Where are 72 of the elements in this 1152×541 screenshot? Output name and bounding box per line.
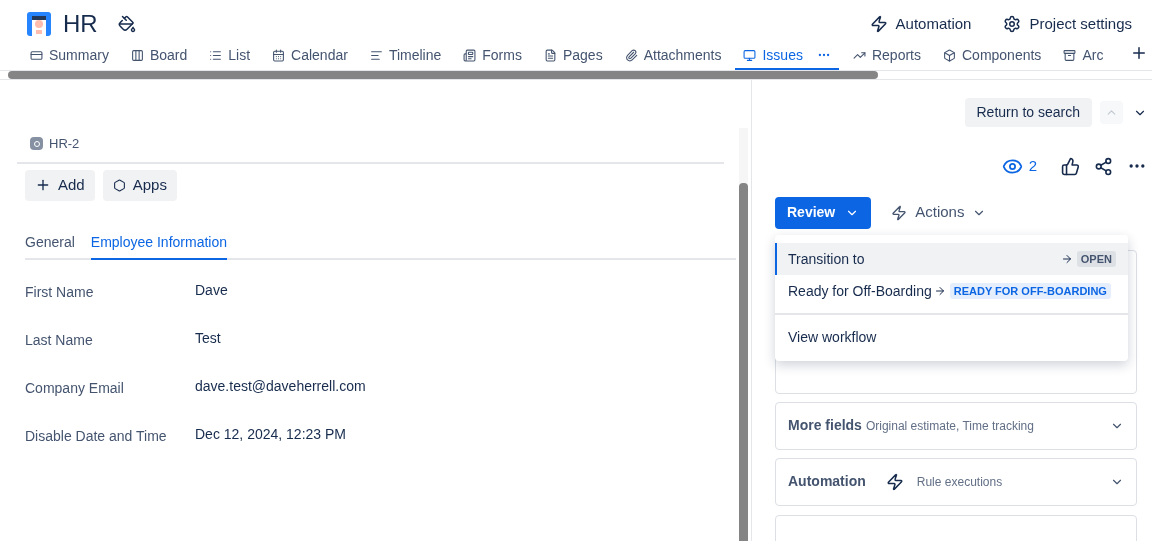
issue-key[interactable]: HR-2 (49, 134, 80, 154)
project-logo-icon (27, 12, 51, 36)
thumbs-up-icon[interactable] (1061, 156, 1080, 176)
nav-tab[interactable]: List (201, 42, 259, 70)
menu-item-label: Transition to (788, 249, 865, 269)
nav-tab[interactable]: Attachments (616, 42, 730, 70)
nav-tab[interactable]: Timeline (361, 42, 450, 70)
page-icon (543, 48, 557, 62)
automation-button[interactable]: Automation (861, 12, 980, 36)
nav-tab[interactable]: Board (122, 42, 196, 70)
lightning-icon (891, 204, 908, 221)
tab[interactable]: Employee Information (90, 231, 227, 260)
nav-tab[interactable]: Reports (844, 42, 929, 70)
panel-title: Automation (788, 472, 866, 491)
scrollbar[interactable] (739, 183, 748, 541)
plus-icon (35, 177, 51, 193)
collapsible-panel[interactable]: Automation Rule executions (775, 457, 1137, 506)
panel-subtitle: Original estimate, Time tracking (865, 417, 1034, 435)
watch-button[interactable]: 2 (1001, 155, 1037, 178)
issue-type-icon (30, 137, 43, 151)
paperclip-icon (624, 48, 638, 62)
add-icon[interactable] (1130, 44, 1148, 62)
settings-button[interactable]: Project settings (995, 12, 1140, 36)
field-value[interactable]: Test (195, 325, 221, 374)
status-button[interactable]: Review (775, 196, 872, 229)
nav-tab[interactable]: Forms (455, 42, 530, 70)
menu-item[interactable]: Ready for Off-Boarding READY FOR OFF-BOARDING (775, 275, 1128, 307)
monitor-icon (743, 48, 757, 62)
columns-icon (130, 48, 144, 62)
actions-button[interactable]: Actions (891, 201, 987, 224)
apps-button[interactable]: Apps (102, 169, 177, 201)
settings-icon (1003, 15, 1022, 33)
status-lozenge: READY FOR OFF-BOARDING (949, 282, 1111, 300)
collapsible-panel[interactable]: More fields Original estimate, Time tracking (775, 401, 1137, 450)
form-icon (463, 48, 477, 62)
menu-item[interactable]: View workflow (775, 321, 1128, 353)
paint-bucket-icon[interactable] (117, 15, 136, 33)
field-value[interactable]: dave.test@daveherrell.com (195, 373, 366, 422)
add-button[interactable]: Add (25, 169, 95, 201)
lightning-icon (885, 472, 904, 491)
box-icon (943, 48, 956, 62)
return-button[interactable]: Return to search (964, 98, 1092, 127)
status-lozenge: OPEN (1076, 250, 1116, 268)
calendar-icon (272, 48, 286, 62)
arrow-right-icon (1060, 253, 1073, 265)
panel-title: More fields (788, 416, 862, 435)
lightning-icon (869, 15, 888, 33)
menu-item[interactable]: Transition to OPEN (775, 243, 1128, 275)
menu-item-label: Ready for Off-Boarding (788, 281, 932, 301)
scrollbar[interactable] (8, 71, 878, 79)
share-icon[interactable] (1094, 156, 1113, 176)
tab[interactable]: General (25, 231, 75, 260)
panel-subtitle: Rule executions (916, 473, 1003, 491)
arrow-right-icon (933, 285, 946, 297)
hexagon-icon (112, 178, 126, 192)
project-name: HR (63, 9, 98, 39)
field-label: Disable Date and Time (25, 426, 168, 446)
nav-tab[interactable]: Pages (535, 42, 611, 70)
timeline-icon (369, 48, 383, 62)
nav-tab[interactable]: Calendar (264, 42, 356, 70)
field-label: Last Name (25, 330, 94, 350)
field-value[interactable]: Dec 12, 2024, 12:23 PM (195, 421, 346, 470)
card-icon (30, 48, 43, 62)
nav-tab[interactable]: Summary (22, 42, 117, 70)
archive-icon (1063, 48, 1077, 62)
field-value[interactable]: Dave (195, 277, 228, 326)
list-icon (209, 48, 223, 62)
nav-tab[interactable]: Arc (1055, 42, 1112, 70)
field-label: Company Email (25, 378, 125, 398)
nav-tab[interactable]: Components (935, 42, 1050, 70)
menu-item-label: View workflow (788, 327, 877, 347)
field-label: First Name (25, 282, 95, 302)
